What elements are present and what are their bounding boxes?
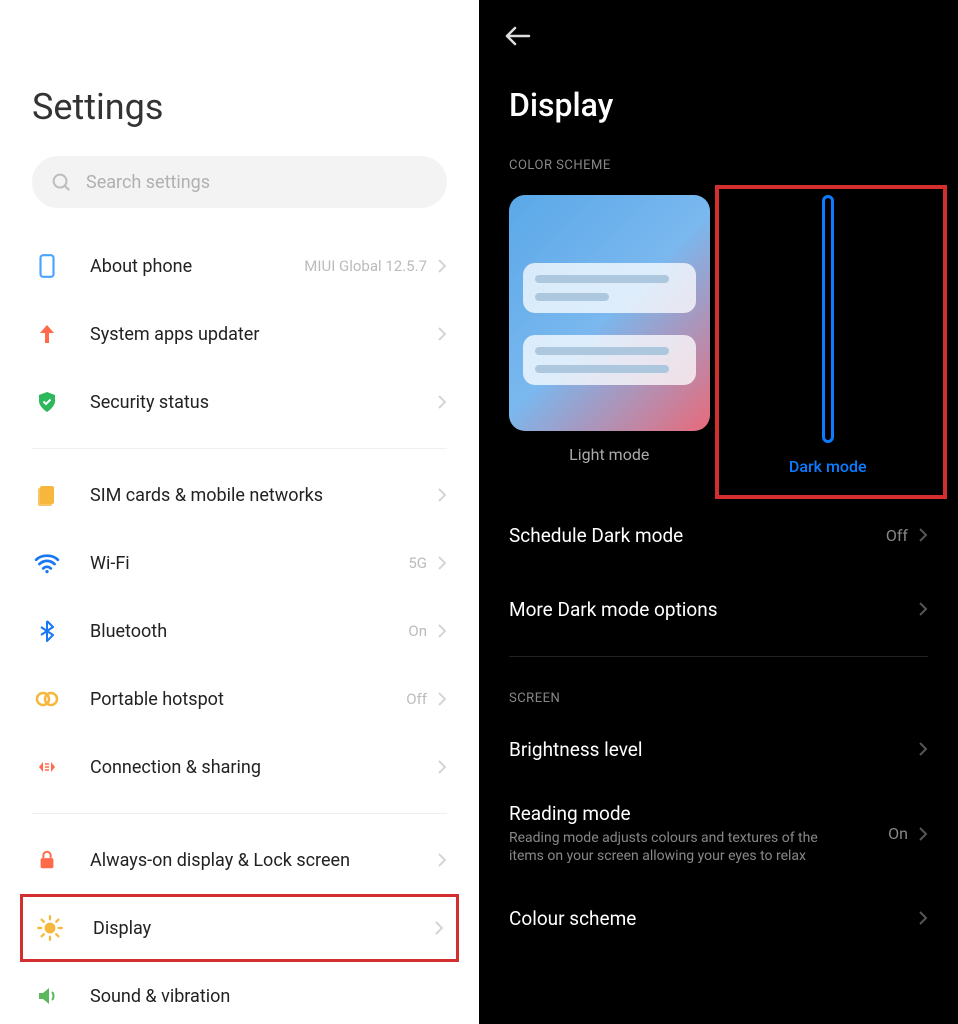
dark-mode-label: Dark mode (789, 457, 867, 476)
light-mode-preview (509, 195, 710, 431)
settings-title: Settings (0, 0, 479, 156)
item-label: Wi-Fi (90, 553, 408, 574)
connection-icon (32, 752, 62, 782)
item-label: Brightness level (509, 738, 918, 761)
chevron-right-icon (437, 759, 447, 775)
item-label: Sound & vibration (90, 986, 447, 1007)
chevron-right-icon (437, 691, 447, 707)
light-mode-label: Light mode (569, 445, 649, 464)
item-label: Colour scheme (509, 907, 918, 930)
more-dark-mode-options-item[interactable]: More Dark mode options (479, 572, 958, 646)
sound-icon (32, 981, 62, 1011)
chevron-right-icon (918, 601, 928, 617)
chevron-right-icon (434, 920, 444, 936)
display-panel: Display COLOR SCHEME Light mode Dark mod… (479, 0, 958, 1024)
section-header-color-scheme: COLOR SCHEME (479, 124, 958, 173)
reading-mode-item[interactable]: Reading mode Reading mode adjusts colour… (479, 786, 958, 881)
search-icon (50, 171, 72, 193)
chevron-right-icon (437, 394, 447, 410)
colour-scheme-item[interactable]: Colour scheme (479, 881, 958, 955)
connection-sharing-item[interactable]: Connection & sharing (0, 733, 479, 801)
settings-group-3: Always-on display & Lock screen Display … (0, 826, 479, 1024)
item-label: Security status (90, 392, 437, 413)
search-input[interactable]: Search settings (32, 156, 447, 208)
wifi-item[interactable]: Wi-Fi 5G (0, 529, 479, 597)
security-status-item[interactable]: Security status (0, 368, 479, 436)
item-label: More Dark mode options (509, 598, 918, 621)
chevron-right-icon (437, 555, 447, 571)
display-item[interactable]: Display (20, 894, 459, 962)
item-value: On (408, 622, 427, 640)
item-value: MIUI Global 12.5.7 (304, 257, 427, 275)
phone-icon (32, 251, 62, 281)
portable-hotspot-item[interactable]: Portable hotspot Off (0, 665, 479, 733)
item-label: Portable hotspot (90, 689, 406, 710)
about-phone-item[interactable]: About phone MIUI Global 12.5.7 (0, 232, 479, 300)
system-apps-updater-item[interactable]: System apps updater (0, 300, 479, 368)
item-label: Schedule Dark mode (509, 524, 886, 547)
chevron-right-icon (918, 527, 928, 543)
search-placeholder: Search settings (86, 172, 210, 193)
chevron-right-icon (918, 741, 928, 757)
bluetooth-item[interactable]: Bluetooth On (0, 597, 479, 665)
sound-vibration-item[interactable]: Sound & vibration (0, 962, 479, 1024)
divider (32, 448, 447, 449)
chevron-right-icon (918, 826, 928, 842)
bluetooth-icon (32, 616, 62, 646)
item-label: Always-on display & Lock screen (90, 850, 437, 871)
item-label: About phone (90, 256, 304, 277)
chevron-right-icon (437, 487, 447, 503)
hotspot-icon (32, 684, 62, 714)
settings-group-2: SIM cards & mobile networks Wi-Fi 5G Blu… (0, 461, 479, 801)
chevron-right-icon (437, 258, 447, 274)
item-label: Display (93, 918, 434, 939)
always-on-display-item[interactable]: Always-on display & Lock screen (0, 826, 479, 894)
display-icon (35, 913, 65, 943)
divider (32, 813, 447, 814)
lock-icon (32, 845, 62, 875)
item-value: On (888, 824, 908, 843)
schedule-dark-mode-item[interactable]: Schedule Dark mode Off (479, 498, 958, 572)
color-scheme-row: Light mode Dark mode (479, 173, 958, 476)
sim-icon (32, 480, 62, 510)
item-label: SIM cards & mobile networks (90, 485, 437, 506)
chevron-right-icon (437, 852, 447, 868)
dark-mode-option[interactable]: Dark mode (728, 195, 929, 476)
wifi-icon (32, 548, 62, 578)
light-mode-option[interactable]: Light mode (509, 195, 710, 476)
settings-panel: Settings Search settings About phone MIU… (0, 0, 479, 1024)
arrow-left-icon (503, 26, 531, 46)
display-title: Display (479, 50, 958, 124)
chevron-right-icon (437, 623, 447, 639)
section-header-screen: SCREEN (479, 657, 958, 706)
item-label: Connection & sharing (90, 757, 437, 778)
item-value: Off (406, 690, 427, 708)
item-value: 5G (408, 554, 427, 572)
item-label: System apps updater (90, 324, 437, 345)
sim-cards-item[interactable]: SIM cards & mobile networks (0, 461, 479, 529)
updater-icon (32, 319, 62, 349)
chevron-right-icon (437, 326, 447, 342)
back-button[interactable] (479, 0, 958, 50)
item-label: Bluetooth (90, 621, 408, 642)
security-icon (32, 387, 62, 417)
item-value: Off (886, 526, 908, 545)
settings-group-1: About phone MIUI Global 12.5.7 System ap… (0, 232, 479, 436)
item-label: Reading mode (509, 802, 888, 825)
item-sublabel: Reading mode adjusts colours and texture… (509, 829, 849, 865)
brightness-level-item[interactable]: Brightness level (479, 712, 958, 786)
chevron-right-icon (918, 910, 928, 926)
